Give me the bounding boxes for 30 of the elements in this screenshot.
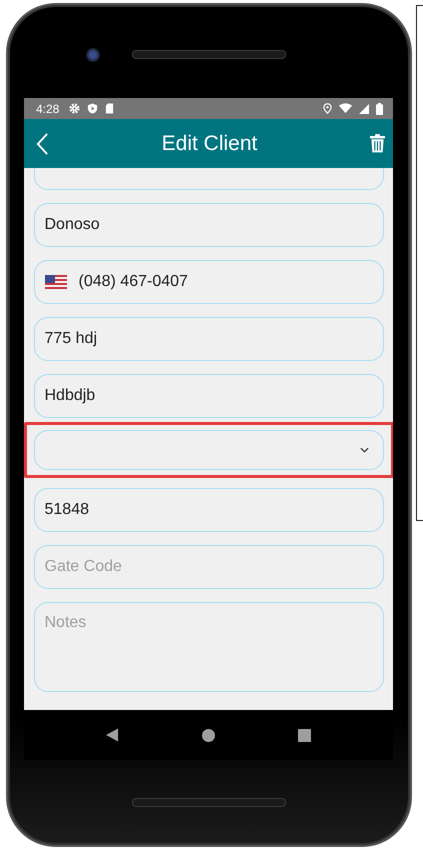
recents-icon[interactable] (298, 728, 312, 742)
field-placeholder: Gate Code (44, 558, 122, 576)
shield-icon (87, 103, 98, 114)
caret-icon (360, 447, 368, 453)
input-field[interactable]: Donoso (34, 203, 384, 247)
field-placeholder: Notes (44, 614, 86, 632)
screen-title: Edit Client (162, 132, 258, 156)
input-field[interactable]: 51848 (34, 488, 384, 532)
location-icon (323, 103, 332, 114)
signal-icon (359, 104, 369, 114)
input-field[interactable]: 775 hdj (34, 317, 384, 361)
field-value: 51848 (44, 501, 89, 519)
flag-icon (44, 275, 66, 289)
input-field[interactable]: Hdbdjb (34, 374, 384, 418)
delete-button[interactable] (370, 134, 385, 153)
field-value: 775 hdj (44, 330, 97, 348)
phone-field[interactable]: (048) 467-0407 (34, 260, 384, 304)
wifi-icon (339, 103, 352, 114)
field-value: Hdbdjb (44, 387, 96, 405)
dropdown-field[interactable] (34, 430, 384, 470)
status-time: 4:28 (36, 102, 60, 116)
home-icon[interactable] (202, 728, 215, 742)
battery-icon (376, 102, 383, 114)
back-button[interactable] (36, 132, 49, 156)
field-value: Donoso (44, 216, 100, 234)
field-value: (048) 467-0407 (78, 273, 188, 291)
back-nav-icon[interactable] (106, 728, 119, 742)
gear-icon (69, 103, 80, 114)
sd-card-icon (105, 103, 114, 114)
camera-icon (86, 48, 100, 62)
